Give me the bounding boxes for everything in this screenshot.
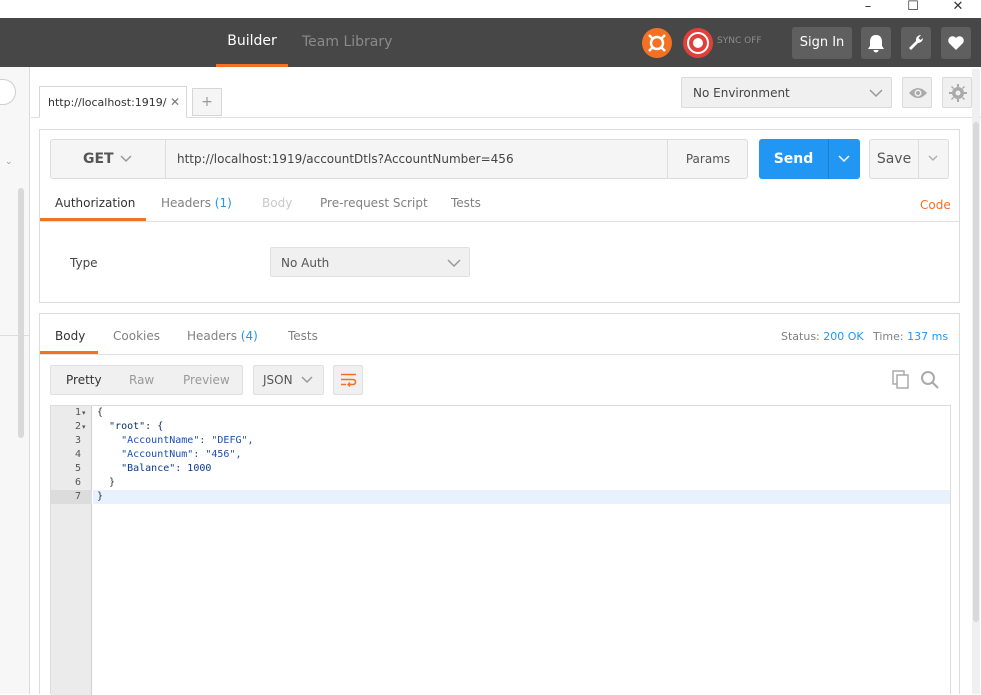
response-tab-tests[interactable]: Tests bbox=[288, 329, 318, 343]
response-status: Status: 200 OK bbox=[781, 330, 864, 343]
save-options-button[interactable] bbox=[918, 140, 948, 178]
chevron-down-icon bbox=[928, 155, 938, 161]
language-value: JSON bbox=[263, 373, 293, 387]
manage-environments-button[interactable] bbox=[942, 77, 972, 108]
chevron-down-icon bbox=[838, 155, 850, 163]
fold-toggle-icon[interactable]: ▾ bbox=[82, 406, 86, 420]
line-number: 5 bbox=[74, 463, 81, 474]
code-line: "AccountNum": "456", bbox=[97, 449, 242, 460]
chevron-down-icon bbox=[301, 376, 313, 384]
divider bbox=[40, 354, 959, 355]
settings-wrench-icon[interactable] bbox=[901, 27, 931, 59]
tab-team-library[interactable]: Team Library bbox=[302, 18, 392, 67]
sidebar-divider bbox=[0, 335, 30, 336]
notifications-bell-icon[interactable] bbox=[861, 27, 891, 59]
window-titlebar: – ☐ ✕ bbox=[0, 0, 981, 18]
time-value: 137 ms bbox=[907, 330, 949, 343]
tab-tests[interactable]: Tests bbox=[451, 196, 481, 210]
line-number: 2 bbox=[74, 421, 81, 432]
format-pretty-button[interactable]: Pretty bbox=[66, 366, 102, 394]
environment-selected-value: No Environment bbox=[693, 86, 790, 100]
chevron-down-icon bbox=[447, 259, 461, 267]
gear-icon bbox=[949, 84, 967, 102]
request-tab-label: http://localhost:1919/ bbox=[48, 96, 167, 109]
app-header: Builder Team Library SYNC OFF Sign In bbox=[0, 18, 981, 67]
save-button[interactable]: Save bbox=[870, 140, 918, 178]
tab-headers[interactable]: Headers (1) bbox=[161, 196, 232, 210]
language-select[interactable]: JSON bbox=[253, 365, 324, 395]
code-line: { bbox=[97, 407, 104, 418]
response-tab-body[interactable]: Body bbox=[55, 329, 85, 343]
tab-body[interactable]: Body bbox=[262, 196, 292, 210]
close-tab-icon[interactable]: ✕ bbox=[170, 95, 180, 109]
new-tab-button[interactable]: + bbox=[192, 88, 222, 116]
sidebar-scrollbar[interactable] bbox=[18, 188, 24, 438]
line-number: 6 bbox=[74, 477, 81, 488]
environment-select[interactable]: No Environment bbox=[681, 77, 892, 108]
fold-toggle-icon[interactable]: ▾ bbox=[82, 420, 86, 434]
close-window-button[interactable]: ✕ bbox=[948, 0, 968, 16]
auth-type-select[interactable]: No Auth bbox=[270, 247, 470, 277]
chevron-down-icon bbox=[120, 155, 132, 163]
code-line: "Balance": 1000 bbox=[97, 463, 212, 474]
params-button[interactable]: Params bbox=[667, 139, 748, 179]
sign-in-button[interactable]: Sign In bbox=[792, 27, 852, 59]
active-line-highlight bbox=[93, 490, 950, 504]
response-tab-cookies[interactable]: Cookies bbox=[113, 329, 160, 343]
send-button[interactable]: Send bbox=[759, 139, 828, 179]
request-tab[interactable]: http://localhost:1919/ ✕ bbox=[39, 86, 187, 118]
time-label: Time: bbox=[873, 330, 904, 343]
interceptor-icon[interactable] bbox=[641, 27, 673, 59]
method-select[interactable]: GET bbox=[50, 139, 166, 179]
auth-type-value: No Auth bbox=[281, 256, 330, 270]
maximize-button[interactable]: ☐ bbox=[903, 0, 923, 16]
response-tab-headers[interactable]: Headers (4) bbox=[187, 329, 258, 343]
code-line: "root": { bbox=[97, 421, 164, 432]
environment-quick-look-button[interactable] bbox=[902, 77, 932, 108]
heart-icon[interactable] bbox=[941, 27, 971, 59]
tab-headers-label: Headers bbox=[161, 196, 211, 210]
code-line: "AccountName": "DEFG", bbox=[97, 435, 254, 446]
format-preview-button[interactable]: Preview bbox=[183, 366, 230, 394]
code-line: } bbox=[97, 477, 116, 488]
main-scrollbar-thumb[interactable] bbox=[973, 122, 979, 622]
wrap-lines-button[interactable] bbox=[333, 365, 363, 395]
divider bbox=[40, 221, 959, 222]
response-time: Time: 137 ms bbox=[873, 330, 948, 343]
eye-icon bbox=[909, 88, 927, 98]
send-options-button[interactable] bbox=[828, 139, 860, 179]
minimize-button[interactable]: – bbox=[858, 0, 878, 16]
status-label: Status: bbox=[781, 330, 820, 343]
chevron-down-icon bbox=[869, 89, 883, 97]
method-value: GET bbox=[83, 151, 114, 167]
response-tab-headers-label: Headers bbox=[187, 329, 237, 343]
send-button-group: Send bbox=[759, 139, 860, 179]
search-icon[interactable] bbox=[920, 370, 940, 390]
tab-authorization[interactable]: Authorization bbox=[55, 196, 135, 210]
sidebar-chevron-down-icon[interactable]: ⌄ bbox=[5, 157, 13, 167]
save-button-group: Save bbox=[869, 139, 949, 179]
sync-icon[interactable] bbox=[682, 27, 714, 59]
format-toggle-group: Pretty Raw Preview bbox=[50, 365, 243, 395]
sidebar-search-input[interactable] bbox=[0, 79, 16, 105]
auth-type-label: Type bbox=[70, 256, 98, 270]
line-number: 7 bbox=[74, 491, 81, 502]
generate-code-link[interactable]: Code bbox=[920, 198, 951, 212]
url-input[interactable]: http://localhost:1919/accountDtls?Accoun… bbox=[177, 152, 514, 166]
tab-builder[interactable]: Builder bbox=[216, 18, 288, 67]
headers-count-badge: (1) bbox=[214, 196, 232, 210]
code-line: } bbox=[97, 491, 104, 502]
status-value: 200 OK bbox=[823, 330, 864, 343]
sync-status-label: SYNC OFF bbox=[717, 36, 762, 46]
wrap-lines-icon bbox=[341, 373, 357, 387]
tab-prerequest-script[interactable]: Pre-request Script bbox=[320, 196, 428, 210]
response-body-editor[interactable]: 1 ▾ { 2 ▾ "root": { 3 "AccountName": "DE… bbox=[50, 405, 951, 695]
response-headers-count-badge: (4) bbox=[240, 329, 258, 343]
line-number: 4 bbox=[74, 449, 81, 460]
copy-icon[interactable] bbox=[892, 370, 910, 390]
format-raw-button[interactable]: Raw bbox=[129, 366, 154, 394]
line-number: 1 bbox=[74, 407, 81, 418]
line-number: 3 bbox=[74, 435, 81, 446]
collapsed-sidebar: ⌄ bbox=[0, 67, 30, 694]
